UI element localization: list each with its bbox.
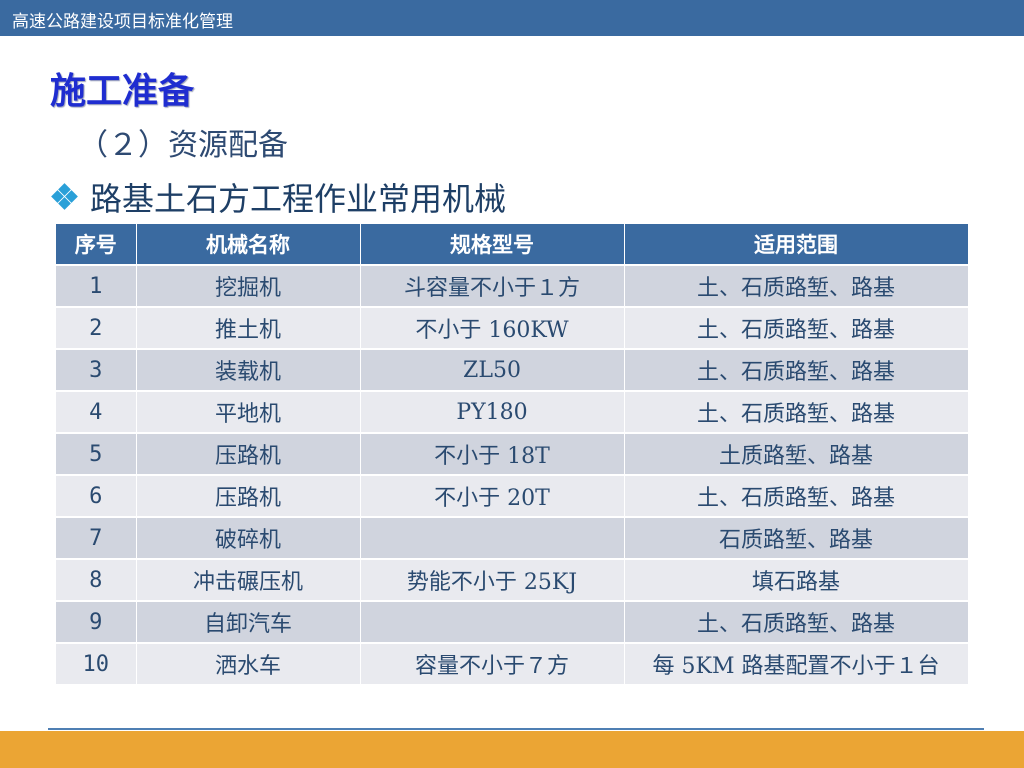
table-row: 2 推土机 不小于 160KW 土、石质路堑、路基 [56, 306, 969, 349]
header-spec: 规格型号 [360, 224, 625, 265]
cell-machine-name: 压路机 [136, 432, 361, 475]
table-row: 1 挖掘机 斗容量不小于１方 土、石质路堑、路基 [56, 264, 969, 307]
header-scope: 适用范围 [624, 224, 969, 265]
cell-seq: 10 [56, 642, 137, 684]
table-header-row: 序号 机械名称 规格型号 适用范围 [56, 224, 969, 265]
cell-seq: 9 [56, 600, 137, 643]
table-row: 7 破碎机 石质路堑、路基 [56, 516, 969, 559]
cell-machine-name: 压路机 [136, 474, 361, 517]
cell-scope: 土、石质路堑、路基 [624, 600, 969, 643]
cell-spec [360, 516, 625, 559]
cell-spec: 不小于 18T [360, 432, 625, 475]
table-row: 8 冲击碾压机 势能不小于 25KJ 填石路基 [56, 558, 969, 601]
cell-seq: 2 [56, 306, 137, 349]
header-bar: 高速公路建设项目标准化管理 [0, 0, 1024, 36]
table-row: 6 压路机 不小于 20T 土、石质路堑、路基 [56, 474, 969, 517]
table-row: 5 压路机 不小于 18T 土质路堑、路基 [56, 432, 969, 475]
bullet-text: 路基土石方工程作业常用机械 [90, 180, 507, 218]
cell-machine-name: 挖掘机 [136, 264, 361, 307]
table-row: 10 洒水车 容量不小于７方每 5KM 路基配置不小于１台 [56, 642, 969, 684]
cell-scope: 土、石质路堑、路基 [624, 306, 969, 349]
cell-seq: 5 [56, 432, 137, 475]
header-seq: 序号 [56, 224, 137, 265]
cell-scope: 石质路堑、路基 [624, 516, 969, 559]
bullet-heading: 路基土石方工程作业常用机械 [51, 174, 507, 220]
cell-seq: 1 [56, 264, 137, 307]
cell-machine-name: 装载机 [136, 348, 361, 391]
bottom-divider [48, 728, 984, 730]
cell-machine-name: 洒水车 [136, 642, 361, 684]
cell-spec [360, 600, 625, 643]
cell-seq: 3 [56, 348, 137, 391]
table-row: 9 自卸汽车 土、石质路堑、路基 [56, 600, 969, 643]
page-subtitle: （２）资源配备 [78, 128, 288, 163]
cell-spec: 不小于 160KW [360, 306, 625, 349]
table-row: 3 装载机 ZL50 土、石质路堑、路基 [56, 348, 969, 391]
cell-spec: ZL50 [360, 348, 625, 391]
cell-spec: 势能不小于 25KJ [360, 558, 625, 601]
cell-spec: 不小于 20T [360, 474, 625, 517]
header-title: 高速公路建设项目标准化管理 [12, 12, 233, 32]
cell-scope: 土、石质路堑、路基 [624, 348, 969, 391]
cell-seq: 7 [56, 516, 137, 559]
cell-machine-name: 平地机 [136, 390, 361, 433]
header-machine-name: 机械名称 [136, 224, 361, 265]
table-row: 4 平地机 PY180 土、石质路堑、路基 [56, 390, 969, 433]
cell-scope: 土质路堑、路基 [624, 432, 969, 475]
cell-seq: 8 [56, 558, 137, 601]
page-title: 施工准备 [50, 71, 195, 112]
cell-scope: 每 5KM 路基配置不小于１台 [624, 642, 969, 684]
cell-machine-name: 推土机 [136, 306, 361, 349]
cell-machine-name: 破碎机 [136, 516, 361, 559]
cell-machine-name: 冲击碾压机 [136, 558, 361, 601]
table-body: 1 挖掘机 斗容量不小于１方 土、石质路堑、路基 2 推土机 不小于 160KW 土、石质路堑… [56, 264, 969, 684]
cell-spec: 斗容量不小于１方 [360, 264, 625, 307]
cell-machine-name: 自卸汽车 [136, 600, 361, 643]
cell-scope: 土、石质路堑、路基 [624, 390, 969, 433]
cell-seq: 6 [56, 474, 137, 517]
bottom-bar [0, 731, 1024, 768]
diamond-bullet-icon [51, 183, 78, 210]
cell-seq: 4 [56, 390, 137, 433]
cell-scope: 土、石质路堑、路基 [624, 474, 969, 517]
cell-scope: 填石路基 [624, 558, 969, 601]
cell-scope: 土、石质路堑、路基 [624, 264, 969, 307]
machinery-table: 序号 机械名称 规格型号 适用范围 1 挖掘机 斗容量不小于１方 土、石质路堑、路基 2… [56, 224, 969, 684]
cell-spec: PY180 [360, 390, 625, 433]
cell-spec: 容量不小于７方 [360, 642, 625, 684]
